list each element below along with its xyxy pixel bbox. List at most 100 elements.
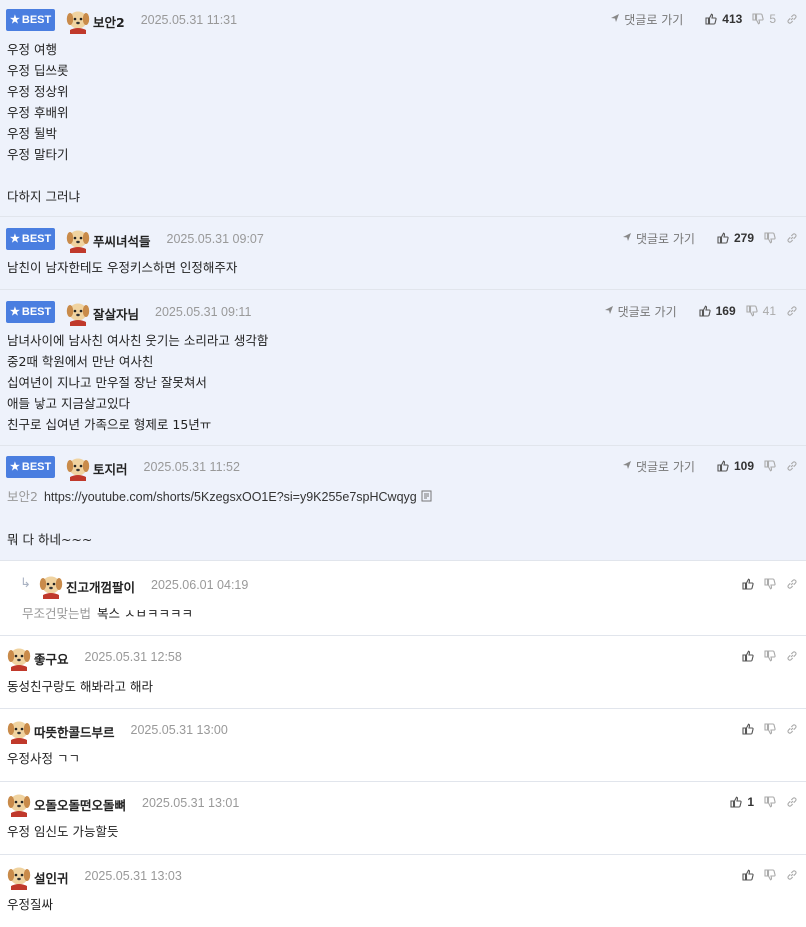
avatar[interactable]: [65, 300, 91, 326]
best-comment: ★ BEST 푸씨녀석들 2025.05.31 09:07 댓글로 가기 279 남친이 남…: [0, 217, 806, 290]
thumbs-down-icon: [752, 13, 764, 25]
comment-line: [7, 165, 80, 186]
avatar[interactable]: [65, 455, 91, 481]
nickname[interactable]: 진고개껌팔이: [66, 577, 135, 596]
comment-line: 남녀사이에 남사친 여사친 웃기는 소리라고 생각함: [7, 333, 269, 348]
best-badge-label: BEST: [21, 306, 52, 318]
thumbs-up-icon: [742, 723, 754, 735]
thumbs-up-icon: [717, 460, 729, 472]
nickname[interactable]: 보안2: [93, 12, 125, 31]
share-link-button[interactable]: [786, 578, 798, 590]
comment-line: 남친이 남자한테도 우정키스하면 인정해주자: [7, 260, 238, 275]
nickname[interactable]: 잘살자님: [93, 304, 139, 323]
comment-body: 우정사정 ㄱㄱ: [7, 748, 80, 769]
comment-date: 2025.05.31 13:00: [130, 723, 228, 737]
comment-body: 보안2 https://youtube.com/shorts/5KzegsxOO1…: [7, 486, 432, 550]
comment-actions: 댓글로 가기 279: [622, 229, 798, 247]
link-icon: [786, 650, 798, 662]
share-link-button[interactable]: [786, 232, 798, 244]
thumbs-down-icon: [764, 650, 776, 662]
thumbs-up-icon: [742, 578, 754, 590]
like-button[interactable]: 279: [717, 231, 754, 245]
dislike-button[interactable]: [764, 650, 776, 662]
dislike-button[interactable]: [764, 460, 776, 472]
like-button[interactable]: 1: [730, 795, 754, 809]
mention-nick[interactable]: 보안2: [7, 489, 38, 504]
share-link-button[interactable]: [786, 460, 798, 472]
mention-nick[interactable]: 무조건맞는법: [22, 606, 91, 621]
comment-actions: 1: [720, 793, 798, 811]
thumbs-up-icon: [742, 650, 754, 662]
comment-date: 2025.05.31 11:31: [140, 13, 238, 27]
like-button[interactable]: 169: [699, 304, 736, 318]
comment-body: 무조건맞는법 복스 ㅅㅂㅋㅋㅋㅋ: [22, 603, 193, 624]
external-link[interactable]: https://youtube.com/shorts/5KzegsxOO1E?s…: [44, 490, 417, 504]
goto-reply-link[interactable]: 댓글로 가기: [622, 458, 695, 475]
avatar[interactable]: [6, 864, 32, 890]
dislike-button[interactable]: [764, 796, 776, 808]
share-link-button[interactable]: [786, 723, 798, 735]
link-icon: [786, 796, 798, 808]
comment-line: 우정 뒬박: [7, 126, 57, 141]
avatar[interactable]: [65, 227, 91, 253]
goto-reply-link[interactable]: 댓글로 가기: [622, 230, 695, 247]
star-icon: ★: [10, 14, 20, 26]
like-button[interactable]: [742, 869, 754, 881]
nickname[interactable]: 좋구요: [34, 649, 69, 668]
thumbs-down-icon: [764, 869, 776, 881]
avatar[interactable]: [65, 8, 91, 34]
best-badge: ★ BEST: [6, 301, 55, 323]
dislike-button[interactable]: 41: [746, 304, 776, 318]
link-icon: [786, 305, 798, 317]
nickname[interactable]: 따뜻한콜드부르: [34, 722, 115, 741]
share-link-button[interactable]: [786, 796, 798, 808]
nickname[interactable]: 푸씨녀석들: [93, 231, 151, 250]
dislike-button[interactable]: [764, 869, 776, 881]
comment-line: 우정 여행: [7, 42, 57, 57]
like-count: 413: [722, 12, 743, 26]
comment-body: 남친이 남자한테도 우정키스하면 인정해주자: [7, 257, 237, 278]
share-link-button[interactable]: [786, 650, 798, 662]
link-icon: [786, 723, 798, 735]
comment-item: 따뜻한콜드부르 2025.05.31 13:00 우정사정 ㄱㄱ: [0, 709, 806, 782]
thumbs-down-icon: [764, 232, 776, 244]
comment-actions: 댓글로 가기 169 41: [604, 302, 798, 320]
like-button[interactable]: [742, 578, 754, 590]
comment-actions: [732, 866, 798, 884]
like-button[interactable]: [742, 650, 754, 662]
avatar[interactable]: [6, 645, 32, 671]
comment-actions: [732, 647, 798, 665]
avatar[interactable]: [6, 718, 32, 744]
like-button[interactable]: 109: [717, 459, 754, 473]
like-count: 169: [715, 304, 736, 318]
share-link-button[interactable]: [786, 305, 798, 317]
share-link-button[interactable]: [786, 13, 798, 25]
dislike-count: 41: [762, 304, 776, 318]
best-badge-label: BEST: [21, 233, 52, 245]
dislike-button[interactable]: [764, 232, 776, 244]
like-count: 279: [733, 231, 754, 245]
reply-arrow-icon: ↳: [20, 576, 31, 591]
like-button[interactable]: [742, 723, 754, 735]
nickname[interactable]: 설인귀: [34, 868, 69, 887]
dislike-button[interactable]: 5: [752, 12, 776, 26]
dislike-count: 5: [769, 12, 776, 26]
goto-reply-link[interactable]: 댓글로 가기: [604, 303, 677, 320]
comment-line: 우정 딥쓰롯: [7, 63, 69, 78]
dislike-button[interactable]: [764, 723, 776, 735]
nickname[interactable]: 오돌오돌떤오돌뼈: [34, 795, 126, 814]
avatar[interactable]: [38, 573, 64, 599]
dislike-button[interactable]: [764, 578, 776, 590]
like-button[interactable]: 413: [705, 12, 742, 26]
nickname[interactable]: 토지러: [93, 459, 128, 478]
avatar[interactable]: [6, 791, 32, 817]
comment-date: 2025.05.31 09:11: [155, 305, 252, 319]
comment-body: 우정 여행 우정 딥쓰롯 우정 정상위 우정 후배위 우정 뒬박 우정 말타기 다하지 그…: [7, 39, 80, 207]
star-icon: ★: [10, 461, 20, 473]
comment-line: 보안2 https://youtube.com/shorts/5KzegsxOO1…: [7, 486, 432, 508]
link-icon: [786, 869, 798, 881]
goto-reply-link[interactable]: 댓글로 가기: [610, 11, 683, 28]
arrow-icon: [604, 304, 618, 318]
comment-line: 우정 말타기: [7, 147, 69, 162]
share-link-button[interactable]: [786, 869, 798, 881]
